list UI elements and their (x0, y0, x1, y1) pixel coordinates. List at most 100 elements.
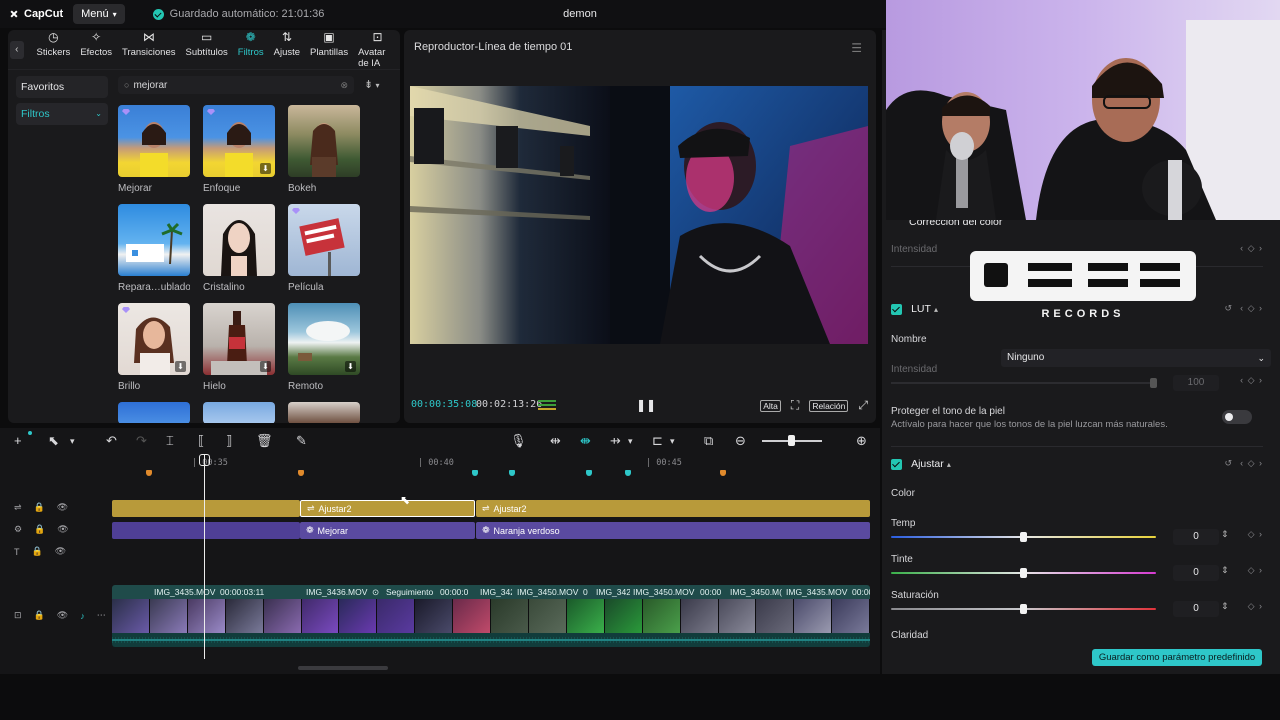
timeline-scrollbar[interactable] (298, 666, 388, 670)
lut-intensity-input[interactable]: 100 (1173, 375, 1219, 391)
eye-icon[interactable]: 👁 (55, 546, 66, 557)
split-icon[interactable]: ⌶ (166, 434, 174, 447)
temp-input[interactable]: 0 (1173, 529, 1219, 545)
tab-subtitulos[interactable]: ▭ Subtítulos (183, 31, 231, 69)
tab-stickers[interactable]: ◷ Stickers (34, 31, 74, 69)
caption-toggle-icon[interactable]: ⧉ (704, 434, 713, 447)
pause-icon[interactable]: ❚❚ (636, 398, 656, 412)
keyframe-icon[interactable]: ‹ ◇ › (1240, 375, 1263, 386)
filter-clip[interactable]: ❁ Naranja verdoso (476, 522, 870, 539)
skin-tone-toggle[interactable] (1222, 410, 1252, 424)
filter-card-partial[interactable] (118, 402, 190, 423)
stepper-icon[interactable]: ⇕ (1221, 565, 1229, 576)
eye-icon[interactable]: 👁 (57, 502, 68, 513)
chevron-down-icon[interactable]: ▾ (670, 437, 675, 446)
saturation-slider-knob[interactable] (1020, 604, 1027, 614)
link-main-track-icon[interactable]: ⇹ (550, 434, 561, 447)
fullscreen-icon[interactable]: ⤢ (858, 398, 868, 413)
tab-avatar-ia[interactable]: ⊡ Avatar de IA (355, 31, 400, 69)
lock-icon[interactable]: 🔒 (32, 546, 43, 557)
filter-card-mejorar[interactable]: Mejorar (118, 105, 190, 194)
more-icon[interactable]: ⋯ (97, 610, 106, 621)
add-track-icon[interactable]: + (14, 434, 22, 447)
chevron-down-icon[interactable]: ▾ (70, 437, 75, 446)
tint-input[interactable]: 0 (1173, 565, 1219, 581)
delete-icon[interactable]: 🗑 (256, 434, 273, 447)
timeline-ruler[interactable]: | 00:35 | 00:40 | 00:45 (112, 456, 872, 478)
linkage-icon[interactable]: ⇸ (610, 434, 621, 447)
save-preset-button[interactable]: Guardar como parámetro predefinido (1092, 649, 1262, 666)
lut-checkbox[interactable] (891, 303, 902, 315)
tab-efectos[interactable]: ✧ Efectos (77, 31, 115, 69)
lock-icon[interactable]: 🔒 (34, 524, 45, 535)
filter-clip[interactable] (112, 522, 300, 539)
timeline-marker[interactable] (586, 470, 592, 476)
reset-keyframe-controls[interactable]: ↺ ‹ ◇ › (1225, 458, 1263, 469)
hamburger-icon[interactable]: ☰ (851, 41, 862, 55)
chevron-up-icon[interactable]: ▴ (947, 460, 951, 469)
magic-wand-icon[interactable]: ✎ (296, 434, 307, 447)
microphone-icon[interactable]: 🎙 (510, 434, 527, 447)
keyframe-icon[interactable]: ◇ › (1248, 601, 1263, 612)
split-right-icon[interactable]: ⟧ (226, 434, 232, 447)
keyframe-icon[interactable]: ‹ ◇ › (1240, 243, 1263, 254)
select-cursor-icon[interactable]: ⬉ (48, 434, 59, 447)
preview-axis-icon[interactable]: ⊏ (652, 434, 663, 447)
quality-button[interactable]: Alta (760, 399, 781, 412)
timeline-marker[interactable] (472, 470, 478, 476)
keyframe-icon[interactable]: ◇ › (1248, 565, 1263, 576)
filter-card-partial[interactable] (288, 402, 360, 423)
lut-intensity-knob[interactable] (1150, 378, 1157, 388)
video-preview[interactable] (410, 86, 868, 344)
tab-plantillas[interactable]: ▣ Plantillas (307, 31, 351, 69)
tab-filtros[interactable]: ❁ Filtros (235, 31, 267, 69)
chevron-up-icon[interactable]: ▴ (934, 305, 938, 314)
filter-card-hielo[interactable]: ⬇ Hielo (203, 303, 275, 392)
menu-button[interactable]: Menú ▾ (73, 4, 125, 24)
clear-search-icon[interactable]: ⊗ (340, 80, 348, 91)
tab-ajuste[interactable]: ⇅ Ajuste (271, 31, 303, 69)
download-icon[interactable]: ⬇ (260, 163, 271, 174)
timeline-marker[interactable] (720, 470, 726, 476)
reset-keyframe-controls[interactable]: ↺ ‹ ◇ › (1225, 303, 1263, 314)
cover-icon[interactable]: ⊡ (14, 610, 22, 621)
sort-filter-button[interactable]: ⇟ ▾ (364, 78, 379, 91)
playhead-line[interactable] (204, 455, 205, 659)
audio-icon[interactable]: ♪ (80, 611, 85, 621)
adjust-clip-selected[interactable]: ⇌ Ajustar2 (300, 500, 475, 517)
filter-card-remoto[interactable]: ⬇ Remoto (288, 303, 360, 392)
tint-slider-knob[interactable] (1020, 568, 1027, 578)
lock-icon[interactable]: 🔒 (34, 610, 45, 621)
aspect-ratio-button[interactable]: Relación (809, 399, 849, 412)
lut-intensity-slider[interactable] (891, 382, 1156, 384)
filter-card-enfoque[interactable]: ⬇ Enfoque (203, 105, 275, 194)
zoom-in-icon[interactable]: ⊕ (856, 434, 867, 447)
temp-slider-knob[interactable] (1020, 532, 1027, 542)
chevron-down-icon[interactable]: ▾ (628, 437, 633, 446)
download-icon[interactable]: ⬇ (175, 361, 186, 372)
adjust-checkbox[interactable] (891, 458, 902, 470)
filter-card-brillo[interactable]: ⬇ Brillo (118, 303, 190, 392)
timeline-marker[interactable] (625, 470, 631, 476)
redo-icon[interactable]: ↷ (136, 434, 147, 447)
playhead-handle[interactable] (199, 454, 210, 466)
undo-icon[interactable]: ↶ (106, 434, 117, 447)
adjust-clip[interactable] (112, 500, 300, 517)
timeline-marker[interactable] (298, 470, 304, 476)
stepper-icon[interactable]: ⇕ (1221, 601, 1229, 612)
filter-card-partial[interactable] (203, 402, 275, 423)
sidebar-item-favoritos[interactable]: Favoritos (16, 76, 108, 98)
back-button[interactable]: ‹ (10, 40, 24, 59)
filter-card-cristalino[interactable]: Cristalino (203, 204, 275, 293)
timeline-marker[interactable] (146, 470, 152, 476)
timeline-marker[interactable] (509, 470, 515, 476)
lock-icon[interactable]: 🔒 (34, 502, 45, 513)
tab-transiciones[interactable]: ⋈ Transiciones (119, 31, 179, 69)
split-left-icon[interactable]: ⟦ (198, 434, 204, 447)
eye-icon[interactable]: 👁 (57, 524, 68, 535)
filter-clip[interactable]: ❁ Mejorar (300, 522, 475, 539)
main-video-track[interactable]: IMG_3435.MOV 00:00:03:11 IMG_3436.MOV ⊙ … (112, 585, 870, 647)
zoom-slider-knob[interactable] (788, 435, 795, 446)
eye-icon[interactable]: 👁 (57, 610, 68, 621)
zoom-out-icon[interactable]: ⊖ (735, 434, 746, 447)
